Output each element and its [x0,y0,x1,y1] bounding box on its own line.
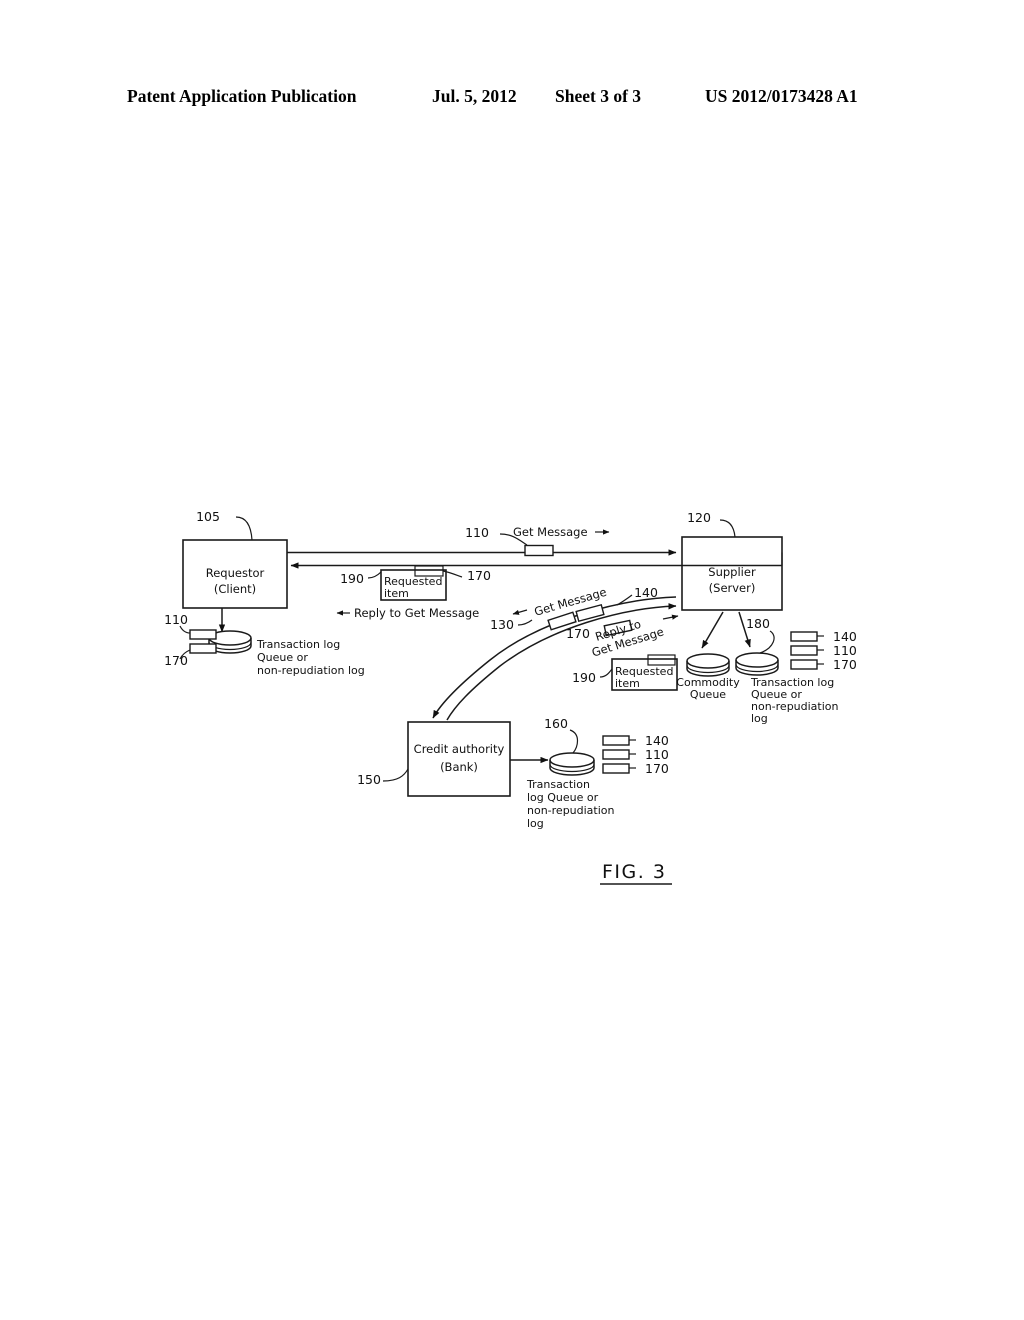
supplier-label-line2: (Server) [709,581,756,595]
credit-authority-label-line1: Credit authority [414,742,505,756]
bank-log-ref-160: 160 [544,716,568,731]
credit-authority-node: Credit authority (Bank) 150 [357,721,511,797]
requested-item-right: Requested item 190 [572,654,678,691]
get-message-curve-ref-130: 130 [490,617,514,632]
requestor-log-line1: Transaction log [256,638,340,651]
curve-tag-170: 170 [566,626,590,641]
supplier-log-line4: log [751,712,768,725]
requested-item-left-line2: item [384,587,409,600]
bank-log-tag-140: 140 [645,733,669,748]
supplier-log-ref-180: 180 [746,616,770,631]
requested-item-right-ref-190: 190 [572,670,596,685]
bank-log-line3: non-repudiation [527,804,615,817]
get-message-ref-110: 110 [465,525,489,540]
reply-to-get-message-left-label: Reply to Get Message [354,606,479,620]
figure-caption: FIG. 3 [600,861,672,885]
supplier-node: Supplier (Server) 120 [681,510,783,611]
message-token-110 [524,544,554,557]
bank-log-tag-170: 170 [645,761,669,776]
bank-log-line1: Transaction [526,778,590,791]
requestor-log-tag-110: 110 [164,612,188,627]
curved-channel: Get Message 130 140 170 Reply to Get Mes… [432,585,679,721]
requestor-label-line1: Requestor [206,566,265,580]
bank-log-tag-110: 110 [645,747,669,762]
requestor-log-store: 110 170 Transaction log Queue or non-rep… [164,608,365,677]
requestor-log-line3: non-repudiation log [257,664,365,677]
curve-tag-140: 140 [634,585,658,600]
supplier-log-store: 180 140 110 170 Transaction log Queue or… [735,611,857,725]
credit-authority-ref-150: 150 [357,772,381,787]
supplier-ref-120: 120 [687,510,711,525]
patent-page: Patent Application Publication Jul. 5, 2… [0,0,1024,1320]
requestor-log-tag-170: 170 [164,653,188,668]
supplier-log-tag-110: 110 [833,643,857,658]
requested-item-left-ref-190: 190 [340,571,364,586]
requested-item-right-line2: item [615,677,640,690]
requestor-ref-105: 105 [196,509,220,524]
requestor-log-line2: Queue or [257,651,308,664]
supplier-log-tag-140: 140 [833,629,857,644]
requestor-node: Requestor (Client) 105 [182,509,288,609]
supplier-label-line1: Supplier [708,565,756,579]
figure-3-drawing: .bx { fill:#fff; stroke:#1a1a1a; stroke-… [0,0,1024,1320]
get-message-top-label: Get Message [513,525,588,539]
credit-authority-label-line2: (Bank) [440,760,478,774]
requestor-label-line2: (Client) [214,582,256,596]
supplier-log-tag-170: 170 [833,657,857,672]
requested-item-left: 170 Requested item 190 Reply to Get Mess… [336,565,491,620]
bank-log-store: 160 140 110 170 Transaction log Queue or… [510,716,669,830]
figure-caption-text: FIG. 3 [602,861,666,883]
bank-log-line4: log [527,817,544,830]
commodity-queue-store: Commodity Queue [676,611,740,701]
requested-item-left-tag-170: 170 [467,568,491,583]
commodity-queue-line2: Queue [690,688,726,701]
bank-log-line2: log Queue or [527,791,599,804]
